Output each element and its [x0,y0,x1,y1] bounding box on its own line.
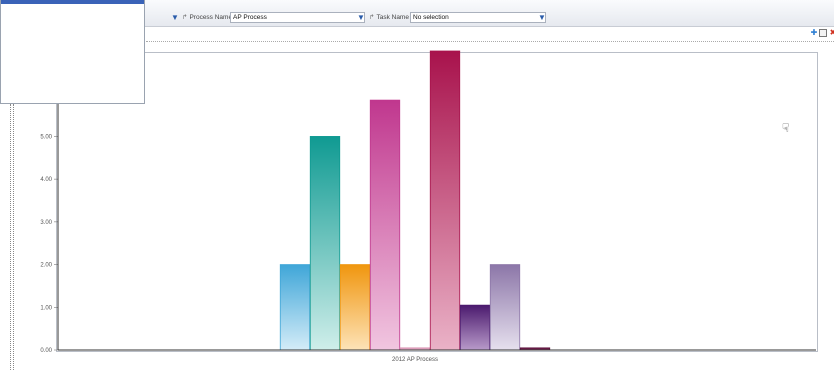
y-tick-label: 3.00 [40,220,52,226]
y-tick-label: 5.00 [40,134,52,140]
bar-3[interactable] [339,264,371,351]
bar-1[interactable] [279,264,311,351]
popup-selected-item[interactable] [1,0,144,4]
y-tick-label: 4.00 [40,177,52,183]
hand-cursor-icon: ☟ [782,121,790,135]
bar-2[interactable] [309,136,341,351]
bar-6[interactable] [429,50,461,351]
x-axis: 2012 AP Process [58,349,816,363]
y-tick-label: 0.00 [40,348,52,354]
bars-group [279,50,551,351]
dropdown-popup-list[interactable] [0,0,145,104]
y-tick-label: 2.00 [40,263,52,269]
bar-8[interactable] [489,264,521,351]
y-tick-label: 1.00 [40,305,52,311]
bar-4[interactable] [369,99,401,351]
bar-7[interactable] [459,304,491,351]
x-category-label: 2012 AP Process [392,357,438,363]
